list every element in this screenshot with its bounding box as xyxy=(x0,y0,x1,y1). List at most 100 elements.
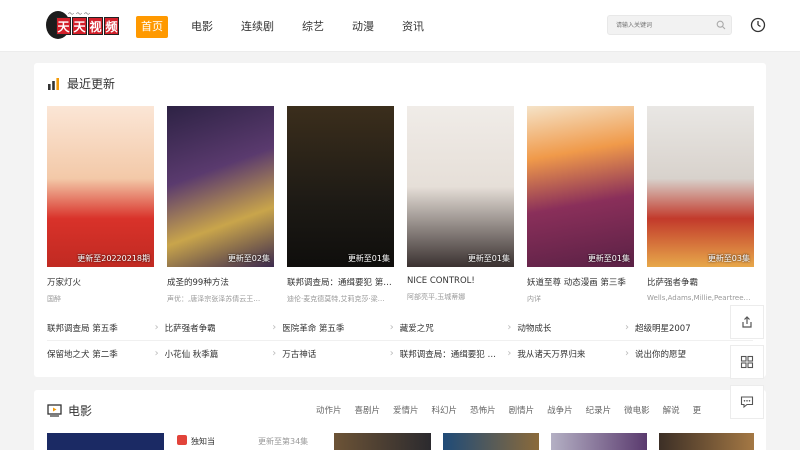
list-item[interactable]: 万古神话 › xyxy=(282,348,400,360)
list-item-label: 说出你的愿望 xyxy=(634,349,686,360)
nav-item-news[interactable]: 资讯 xyxy=(397,16,429,38)
poster-image[interactable]: 更新至01集 xyxy=(287,106,394,267)
video-card[interactable]: 更新至01集 联邦调查局：通缉要犯 第三季 迪伦·麦克德莫特,艾莉克莎·梁… xyxy=(287,106,394,304)
card-title[interactable]: 妖道至尊 动态漫画 第三季 xyxy=(527,276,634,288)
chevron-right-icon: › xyxy=(272,347,277,359)
poster-image[interactable] xyxy=(659,433,754,450)
list-item-label: 医院革命 第五季 xyxy=(282,324,345,334)
section-header: 电影 xyxy=(47,402,92,419)
card-title[interactable]: NICE CONTROL! xyxy=(407,276,514,286)
chevron-right-icon: › xyxy=(624,347,629,359)
recent-updates-panel: 最近更新 更新至20220218期 万家灯火 国醉 更新至02集 成圣的99种方… xyxy=(34,63,766,377)
section-title: 电影 xyxy=(68,404,93,418)
chevron-right-icon: › xyxy=(507,322,512,333)
site-logo[interactable]: 〜〜〜 天 天 视 频 xyxy=(46,9,119,41)
share-button[interactable] xyxy=(730,305,764,339)
chevron-right-icon: › xyxy=(507,347,512,359)
card-title[interactable]: 成圣的99种方法 xyxy=(167,276,274,288)
poster-image[interactable]: 更新至20220218期 xyxy=(47,106,154,267)
episode-badge: 更新至01集 xyxy=(467,254,510,263)
video-play-icon xyxy=(47,404,62,417)
movie-panel: 电影 动作片 喜剧片 爱情片 科幻片 恐怖片 剧情片 战争片 纪录片 微电影 解… xyxy=(34,390,766,450)
rank-badge xyxy=(177,435,187,445)
movie-item-title[interactable]: 独知当 xyxy=(191,436,215,447)
video-card[interactable]: 更新至03集 比萨强者争霸 Wells,Adams,Millie,Peartre… xyxy=(647,106,754,304)
video-card[interactable]: 更新至01集 NICE CONTROL! 阿部亮平,玉城蒂娜 xyxy=(407,106,514,304)
genre-tag[interactable]: 纪录片 xyxy=(586,404,612,416)
section-header: 最近更新 xyxy=(47,75,115,92)
search-input[interactable] xyxy=(608,16,712,34)
list-item-label: 联邦调查局：通缉要犯 第三季 xyxy=(399,349,513,360)
list-item[interactable]: 比萨强者争霸 › xyxy=(165,322,283,334)
list-item[interactable]: 动物成长 › xyxy=(517,322,635,334)
list-item-label: 联邦调查局 第五季 xyxy=(47,324,118,334)
poster-image[interactable]: 更新至03集 xyxy=(647,106,754,267)
episode-badge: 更新至01集 xyxy=(347,254,390,263)
card-cast: 国醉 xyxy=(47,295,61,303)
card-title[interactable]: 万家灯火 xyxy=(47,276,154,288)
card-cast: 声优：,唐泽宗张泽苏倩云王… xyxy=(167,295,261,303)
genre-tag[interactable]: 解说 xyxy=(663,404,680,416)
nav-item-movies[interactable]: 电影 xyxy=(186,16,218,38)
nav-item-home[interactable]: 首页 xyxy=(136,16,168,38)
video-card[interactable]: 更新至20220218期 万家灯火 国醉 xyxy=(47,106,154,304)
list-item[interactable]: 医院革命 第五季 › xyxy=(282,322,400,334)
card-title[interactable]: 比萨强者争霸 xyxy=(647,276,754,288)
list-item[interactable]: 我从诸天万界归来 › xyxy=(517,348,635,360)
poster-image[interactable] xyxy=(334,433,431,450)
grid-icon xyxy=(740,355,754,369)
poster-image[interactable]: 更新至02集 xyxy=(167,106,274,267)
text-link-list: 联邦调查局 第五季 › 比萨强者争霸 › 医院革命 第五季 › 藏爱之咒 › 动物成长 ›… xyxy=(47,316,753,366)
list-item-label: 比萨强者争霸 xyxy=(164,324,216,334)
list-item[interactable]: 保留地之犬 第二季 › xyxy=(47,348,165,360)
genre-tag[interactable]: 喜剧片 xyxy=(355,404,381,416)
genre-tag[interactable]: 爱情片 xyxy=(393,404,419,416)
list-item[interactable]: 联邦调查局 第五季 › xyxy=(47,322,165,334)
video-card[interactable]: 更新至01集 妖道至尊 动态漫画 第三季 内详 xyxy=(527,106,634,304)
feedback-button[interactable] xyxy=(730,385,764,419)
genre-tag[interactable]: 更 xyxy=(693,404,702,416)
card-cast: 内详 xyxy=(527,295,541,303)
link-row: 联邦调查局 第五季 › 比萨强者争霸 › 医院革命 第五季 › 藏爱之咒 › 动物成长 ›… xyxy=(47,316,753,341)
poster-image[interactable] xyxy=(47,433,164,450)
search-icon[interactable] xyxy=(716,20,726,30)
poster-row: 更新至20220218期 万家灯火 国醉 更新至02集 成圣的99种方法 声优：… xyxy=(47,106,754,304)
genre-tag[interactable]: 科幻片 xyxy=(432,404,458,416)
nav-item-variety[interactable]: 综艺 xyxy=(297,16,329,38)
poster-image[interactable] xyxy=(551,433,647,450)
qrcode-button[interactable] xyxy=(730,345,764,379)
comment-icon xyxy=(740,396,754,409)
card-title[interactable]: 联邦调查局：通缉要犯 第三季 xyxy=(287,276,394,288)
top-header: 〜〜〜 天 天 视 频 首页 电影 连续剧 综艺 动漫 资讯 xyxy=(0,0,800,52)
genre-tag[interactable]: 微电影 xyxy=(624,404,650,416)
chevron-right-icon: › xyxy=(389,322,394,333)
video-card[interactable]: 更新至02集 成圣的99种方法 声优：,唐泽宗张泽苏倩云王… xyxy=(167,106,274,304)
episode-badge: 更新至20220218期 xyxy=(77,254,150,263)
chevron-right-icon: › xyxy=(389,347,394,359)
genre-tag[interactable]: 恐怖片 xyxy=(470,404,496,416)
poster-image[interactable]: 更新至01集 xyxy=(527,106,634,267)
chevron-right-icon: › xyxy=(624,322,629,333)
genre-tag[interactable]: 剧情片 xyxy=(509,404,535,416)
list-item-label: 动物成长 xyxy=(517,324,552,334)
genre-tag[interactable]: 战争片 xyxy=(547,404,573,416)
card-cast: 阿部亮平,玉城蒂娜 xyxy=(407,293,466,301)
nav-item-anime[interactable]: 动漫 xyxy=(347,16,379,38)
nav-item-series[interactable]: 连续剧 xyxy=(236,16,279,38)
poster-image[interactable] xyxy=(443,433,539,450)
list-item[interactable]: 小花仙 秋季篇 › xyxy=(165,348,283,360)
list-item[interactable]: 藏爱之咒 › xyxy=(400,322,518,334)
link-row: 保留地之犬 第二季 › 小花仙 秋季篇 › 万古神话 › 联邦调查局：通缉要犯 第三季… xyxy=(47,341,753,366)
logo-char: 天 xyxy=(56,17,71,35)
list-item[interactable]: 联邦调查局：通缉要犯 第三季 › xyxy=(400,348,518,360)
logo-char: 频 xyxy=(104,17,119,35)
list-item-label: 我从诸天万界归来 xyxy=(517,349,586,360)
list-item-label: 超级明星2007 xyxy=(634,324,691,334)
main-nav: 首页 电影 连续剧 综艺 动漫 资讯 xyxy=(136,16,447,38)
poster-image[interactable]: 更新至01集 xyxy=(407,106,514,267)
genre-tags: 动作片 喜剧片 爱情片 科幻片 恐怖片 剧情片 战争片 纪录片 微电影 解说 更 xyxy=(316,404,714,416)
chevron-right-icon: › xyxy=(154,347,159,359)
genre-tag[interactable]: 动作片 xyxy=(316,404,342,416)
history-clock-icon[interactable] xyxy=(750,17,766,33)
movie-item-meta: 更新至第34集 xyxy=(258,437,309,446)
